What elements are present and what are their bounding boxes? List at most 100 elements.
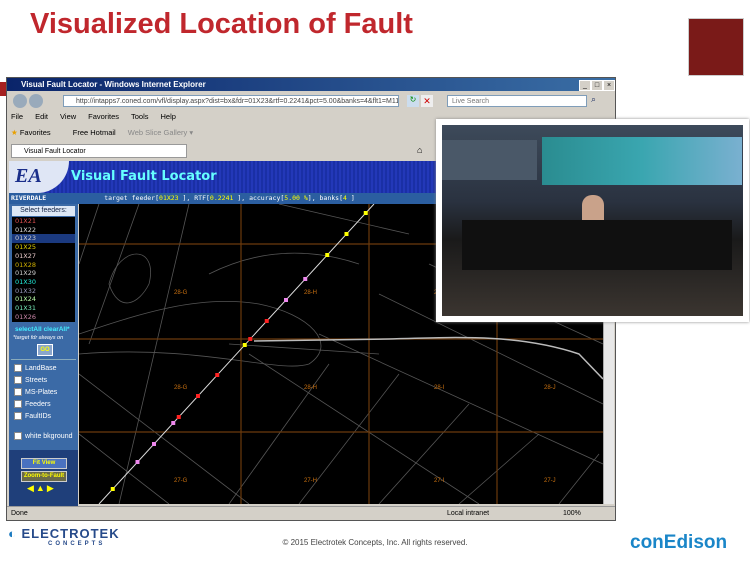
maximize-button[interactable]: □ <box>591 80 603 91</box>
feeder-item[interactable]: 01X21 <box>12 217 75 226</box>
fault-marker[interactable] <box>171 421 176 425</box>
clear-all-link[interactable]: clearAll* <box>44 326 70 333</box>
feeder-item[interactable]: 01X30 <box>12 278 75 287</box>
grid-label: 28-G <box>174 290 188 296</box>
menu-help[interactable]: Help <box>161 112 176 121</box>
info-text: target feeder[ <box>104 194 160 202</box>
info-text: ], RTF[ <box>182 194 210 202</box>
fault-marker[interactable] <box>110 487 115 491</box>
feeder-item[interactable]: 01X26 <box>12 313 75 322</box>
fault-marker[interactable] <box>248 337 253 341</box>
banks-value: 4 <box>343 194 351 202</box>
layer-landbase-checkbox[interactable]: LandBase <box>14 364 57 372</box>
fault-marker[interactable] <box>303 277 308 281</box>
favorites-button[interactable]: Favorites <box>20 128 51 137</box>
feeder-item[interactable]: 01X22 <box>12 226 75 235</box>
wall-screens <box>442 140 537 180</box>
layer-ms-plates-checkbox[interactable]: MS-Plates <box>14 388 57 396</box>
address-bar[interactable]: http://intapps7.coned.com/vfl/display.as… <box>63 95 399 107</box>
ea-logo: EA <box>9 161 69 193</box>
district-label: RIVERDALE <box>11 194 47 202</box>
grid-label: 28-H <box>304 385 317 391</box>
accuracy-value: 5.00 % <box>284 194 308 202</box>
fav-link-hotmail[interactable]: Free Hotmail <box>73 128 116 137</box>
menu-view[interactable]: View <box>60 112 76 121</box>
close-button[interactable]: × <box>603 80 615 91</box>
layer-label: MS-Plates <box>25 388 58 396</box>
feeder-item[interactable]: 01X24 <box>12 295 75 304</box>
menu-tools[interactable]: Tools <box>131 112 149 121</box>
star-icon: ★ <box>11 128 18 137</box>
fault-marker[interactable] <box>242 343 247 347</box>
main-road <box>253 336 603 380</box>
grid-label: 27-H <box>304 478 317 484</box>
fit-view-button[interactable]: Fit View <box>21 458 67 469</box>
layer-streets-checkbox[interactable]: Streets <box>14 376 47 384</box>
fault-marker[interactable] <box>344 232 349 236</box>
monitors <box>462 220 732 270</box>
layer-label: LandBase <box>25 364 57 372</box>
home-icon[interactable]: ⌂ <box>417 145 422 155</box>
target-note: *target fdr always on <box>13 335 64 341</box>
fault-marker[interactable] <box>325 253 330 257</box>
fault-marker[interactable] <box>264 319 269 323</box>
layer-label: Streets <box>25 376 48 384</box>
menu-file[interactable]: File <box>11 112 23 121</box>
search-icon[interactable]: ⌕ <box>591 94 596 105</box>
fav-link-webslice[interactable]: Web Slice Gallery ▾ <box>128 128 193 137</box>
tab-visual-fault-locator[interactable]: Visual Fault Locator <box>11 144 187 158</box>
fault-marker[interactable] <box>284 298 288 302</box>
forward-button[interactable] <box>29 94 43 108</box>
feeder-item[interactable]: 01X32 <box>12 287 75 296</box>
grid-label: 27-G <box>174 478 188 484</box>
fault-marker[interactable] <box>176 415 181 419</box>
grid-label: 27-J <box>544 478 556 484</box>
feeder-item[interactable]: 01X23 <box>12 234 75 244</box>
select-all-link[interactable]: selectAll <box>15 326 42 333</box>
select-feeders-label: Select feeders: <box>12 206 75 216</box>
fault-marker[interactable] <box>152 442 156 446</box>
fault-marker[interactable] <box>363 211 368 215</box>
fault-marker[interactable] <box>196 394 200 398</box>
stop-icon[interactable]: ✕ <box>421 95 433 107</box>
grid-label: 28-G <box>174 385 188 391</box>
rtf-value: 0.2241 <box>209 194 238 202</box>
layer-faultids-checkbox[interactable]: FaultIDs <box>14 412 51 420</box>
grid-label: 28-H <box>304 290 317 296</box>
corner-logo-image <box>688 18 744 76</box>
refresh-icon[interactable]: ↻ <box>407 95 419 107</box>
search-input[interactable]: Live Search <box>447 95 587 107</box>
pan-arrows-icon[interactable]: ◀▲▶ <box>27 483 56 494</box>
feeder-item[interactable]: 01X27 <box>12 252 75 261</box>
sidebar: Select feeders: 01X21 01X22 01X23 01X25 01X2… <box>9 204 78 510</box>
grid-label: 28-I <box>434 385 445 391</box>
fault-marker[interactable] <box>215 373 220 377</box>
window-title: Visual Fault Locator - Windows Internet … <box>7 78 615 91</box>
menu-edit[interactable]: Edit <box>35 112 48 121</box>
feeder-list[interactable]: 01X21 01X22 01X23 01X25 01X27 01X28 01X29 01X30… <box>12 217 75 322</box>
feeder-item[interactable]: 01X28 <box>12 261 75 270</box>
grid-label: 28-J <box>544 385 556 391</box>
menu-favorites[interactable]: Favorites <box>88 112 119 121</box>
target-feeder: 01X23 <box>159 194 183 202</box>
favorites-bar: ★ Favorites Free Hotmail Web Slice Galle… <box>11 128 193 137</box>
white-background-checkbox[interactable]: white bkground <box>14 432 72 440</box>
video-wall <box>542 137 742 185</box>
zoom-to-fault-button[interactable]: Zoom-to-Fault <box>21 471 67 482</box>
divider <box>11 359 76 360</box>
info-text: ] <box>350 194 355 202</box>
zoom-level[interactable]: 100% <box>563 507 581 520</box>
layer-feeders-checkbox[interactable]: Feeders <box>14 400 51 408</box>
minimize-button[interactable]: _ <box>579 80 591 91</box>
go-button[interactable]: GO <box>37 344 53 356</box>
fault-marker[interactable] <box>135 460 140 464</box>
info-text: ], accuracy[ <box>237 194 285 202</box>
conedison-logo: conEdison <box>630 532 728 553</box>
grid-label: 27-I <box>434 478 445 484</box>
feeder-item[interactable]: 01X29 <box>12 269 75 278</box>
feeder-line <box>98 204 375 504</box>
back-button[interactable] <box>13 94 27 108</box>
feeder-item[interactable]: 01X31 <box>12 304 75 313</box>
white-bg-label: white bkground <box>25 432 73 440</box>
feeder-item[interactable]: 01X25 <box>12 243 75 252</box>
